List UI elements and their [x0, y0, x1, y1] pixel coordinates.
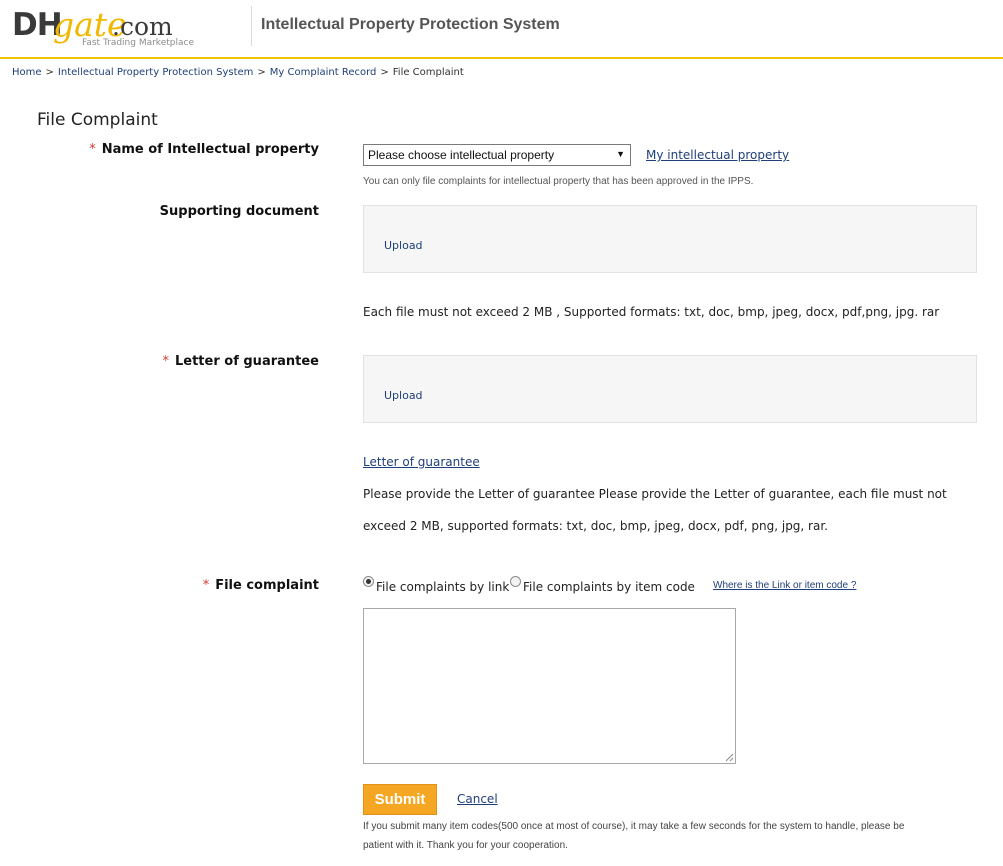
header-rule [0, 57, 1003, 59]
breadcrumb-separator: > [257, 67, 266, 78]
supporting-document-note: Each file must not exceed 2 MB , Support… [363, 305, 940, 319]
file-complaint-label-text: File complaint [215, 578, 319, 593]
required-mark: * [202, 578, 210, 593]
submit-note-line1: If you submit many item codes(500 once a… [363, 821, 905, 832]
ip-name-label: * Name of Intellectual property [89, 142, 319, 157]
resize-grip-icon[interactable] [725, 753, 734, 762]
guarantee-note-line1: Please provide the Letter of guarantee P… [363, 487, 947, 501]
ip-name-label-text: Name of Intellectual property [101, 142, 319, 157]
ip-select[interactable]: Please choose intellectual property ▼ [363, 144, 631, 166]
logo-com-text: .com [112, 12, 173, 41]
dhgate-logo[interactable]: DH gate .com Fast Trading Marketplace [12, 6, 212, 54]
guarantee-upload-button[interactable]: Upload [384, 389, 423, 402]
required-mark: * [89, 142, 96, 157]
cancel-link[interactable]: Cancel [457, 792, 498, 806]
header-divider [251, 6, 252, 46]
complaint-textarea[interactable] [363, 608, 736, 764]
submit-note-line2: patient with it. Thank you for your coop… [363, 840, 568, 851]
breadcrumb-ipps[interactable]: Intellectual Property Protection System [58, 67, 253, 78]
breadcrumb-home[interactable]: Home [12, 67, 42, 78]
dropdown-triangle-icon: ▼ [616, 149, 625, 159]
radio-complaint-by-link[interactable] [363, 576, 374, 587]
radio-complaint-by-link-label[interactable]: File complaints by link [376, 580, 509, 594]
supporting-document-upload-area[interactable]: Upload [363, 205, 977, 273]
guarantee-label-text: Letter of guarantee [174, 354, 319, 369]
ip-select-value: Please choose intellectual property [368, 148, 555, 162]
file-complaint-label: * File complaint [203, 578, 319, 593]
supporting-document-upload-button[interactable]: Upload [384, 239, 423, 252]
system-title: Intellectual Property Protection System [261, 16, 560, 33]
logo-tagline: Fast Trading Marketplace [82, 38, 194, 48]
supporting-document-label: Supporting document [159, 204, 319, 219]
where-link-help[interactable]: Where is the Link or item code ? [713, 580, 856, 591]
breadcrumb: Home > Intellectual Property Protection Sy… [12, 67, 464, 78]
page-title: File Complaint [37, 110, 158, 130]
breadcrumb-separator: > [380, 67, 389, 78]
breadcrumb-current: File Complaint [392, 67, 464, 78]
breadcrumb-complaint-record[interactable]: My Complaint Record [270, 67, 377, 78]
breadcrumb-separator: > [45, 67, 54, 78]
ip-hint: You can only file complaints for intelle… [363, 176, 754, 187]
guarantee-label: * Letter of guarantee [162, 354, 319, 369]
guarantee-upload-area[interactable]: Upload [363, 355, 977, 423]
submit-button[interactable]: Submit [363, 784, 437, 815]
guarantee-template-link[interactable]: Letter of guarantee [363, 455, 480, 469]
required-mark: * [162, 354, 169, 369]
guarantee-note-line2: exceed 2 MB, supported formats: txt, doc… [363, 519, 828, 533]
my-ip-link[interactable]: My intellectual property [646, 148, 789, 162]
radio-complaint-by-item-code[interactable] [510, 576, 521, 587]
radio-complaint-by-item-code-label[interactable]: File complaints by item code [523, 580, 695, 594]
